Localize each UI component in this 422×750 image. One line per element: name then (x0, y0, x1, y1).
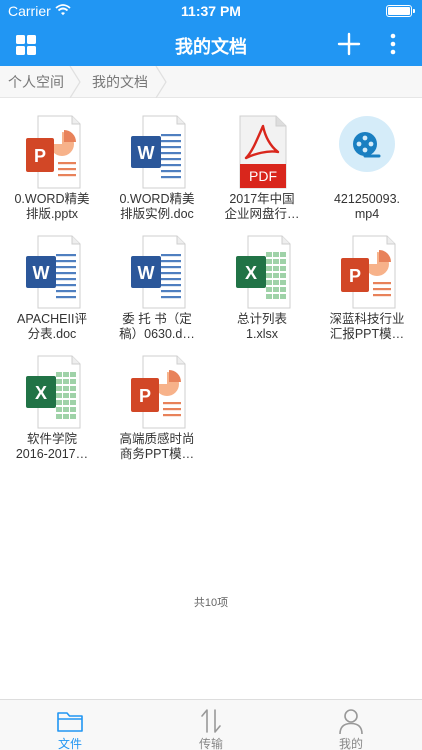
file-item[interactable]: W 0.WORD精美 排版实例.doc (109, 104, 205, 222)
file-name-line: 软件学院 (26, 432, 77, 446)
file-item[interactable]: P 深蓝科技行业 汇报PPT模… (319, 224, 415, 342)
breadcrumb-separator-icon (155, 66, 167, 98)
navigation-bar: 我的文档 (0, 22, 422, 66)
file-name-line: 委 托 书（定 (122, 312, 192, 326)
file-name-line: 0.WORD精美 (14, 192, 90, 206)
file-name: 421250093. mp4 (319, 192, 415, 222)
file-name-line: 总计列表 (236, 312, 287, 326)
file-name: 2017年中国 企业网盘行… (214, 192, 310, 222)
svg-text:W: W (138, 143, 155, 163)
tab-bar: 文件 传输 我的 (0, 699, 422, 750)
status-bar: Carrier 11:37 PM (0, 0, 422, 22)
file-name-line: 421250093. (333, 192, 401, 206)
file-name-line: 排版实例.doc (120, 207, 194, 221)
file-name-line: APACHEII评 (17, 312, 87, 326)
word-file-icon: W (131, 115, 186, 189)
file-item[interactable]: 421250093. mp4 (319, 104, 415, 222)
file-name-line: 商务PPT模… (119, 447, 195, 461)
tab-me-label: 我的 (338, 737, 363, 750)
word-file-icon: W (26, 235, 81, 309)
file-item[interactable]: X 总计列表 1.xlsx (214, 224, 310, 342)
file-name: 高端质感时尚 商务PPT模… (109, 432, 205, 462)
file-name-line: 高端质感时尚 (119, 432, 195, 446)
file-name-line: 2017年中国 (229, 192, 295, 206)
svg-text:X: X (245, 263, 257, 283)
battery-icon (386, 5, 415, 17)
word-file-icon: W (131, 235, 186, 309)
svg-text:X: X (35, 383, 47, 403)
file-name-line: 稿）0630.d… (119, 327, 195, 341)
file-name: 深蓝科技行业 汇报PPT模… (319, 312, 415, 342)
file-name-line: 1.xlsx (246, 327, 278, 341)
add-icon[interactable] (336, 31, 362, 57)
file-name: APACHEII评 分表.doc (4, 312, 100, 342)
pdf-file-icon: PDF (239, 115, 287, 189)
ppt-file-icon: P (341, 235, 396, 309)
tab-transfer-label: 传输 (198, 737, 223, 750)
svg-text:W: W (138, 263, 155, 283)
tab-files[interactable]: 文件 (0, 700, 140, 750)
ppt-file-icon: P (131, 355, 186, 429)
file-name: 0.WORD精美 排版实例.doc (109, 192, 205, 222)
transfer-icon (201, 709, 221, 733)
excel-file-icon: X (236, 235, 291, 309)
file-name-line: 分表.doc (27, 327, 77, 341)
file-name-line: 企业网盘行… (224, 207, 300, 221)
video-file-icon (339, 116, 395, 172)
svg-text:P: P (34, 146, 46, 166)
file-item[interactable]: P 0.WORD精美 排版.pptx (4, 104, 100, 222)
file-item[interactable]: P 高端质感时尚 商务PPT模… (109, 344, 205, 462)
file-name-line: 汇报PPT模… (329, 327, 405, 341)
item-count: 共10项 (193, 597, 229, 609)
file-name-line: 排版.pptx (25, 207, 79, 221)
file-name: 0.WORD精美 排版.pptx (4, 192, 100, 222)
file-item[interactable]: PDF 2017年中国 企业网盘行… (214, 104, 310, 222)
file-name-line: 2016-2017… (15, 447, 89, 461)
clock: 11:37 PM (181, 3, 241, 19)
excel-file-icon: X (26, 355, 81, 429)
svg-text:W: W (33, 263, 50, 283)
more-options-icon[interactable] (384, 31, 402, 57)
tab-transfer[interactable]: 传输 (141, 700, 281, 750)
svg-text:P: P (349, 266, 361, 286)
file-name-line: mp4 (354, 207, 380, 221)
folder-icon (57, 712, 83, 732)
file-item[interactable]: W 委 托 书（定 稿）0630.d… (109, 224, 205, 342)
breadcrumb-my-documents[interactable]: 我的文档 (92, 66, 148, 98)
ppt-file-icon: P (26, 115, 81, 189)
person-icon (339, 709, 363, 735)
file-item[interactable]: X 软件学院 2016-2017… (4, 344, 100, 462)
file-name-line: 0.WORD精美 (119, 192, 195, 206)
tab-me[interactable]: 我的 (281, 700, 421, 750)
top-bar: Carrier 11:37 PM 我的文档 (0, 0, 422, 66)
breadcrumb-personal-space[interactable]: 个人空间 (8, 66, 64, 98)
svg-text:PDF: PDF (249, 168, 277, 184)
breadcrumb-separator-icon (69, 66, 81, 98)
file-name: 软件学院 2016-2017… (4, 432, 100, 462)
tab-files-label: 文件 (57, 737, 82, 750)
breadcrumb: 个人空间 我的文档 (0, 66, 422, 98)
file-item[interactable]: W APACHEII评 分表.doc (4, 224, 100, 342)
svg-text:P: P (139, 386, 151, 406)
file-name-line: 深蓝科技行业 (329, 312, 405, 326)
file-name: 委 托 书（定 稿）0630.d… (109, 312, 205, 342)
file-name: 总计列表 1.xlsx (214, 312, 310, 342)
